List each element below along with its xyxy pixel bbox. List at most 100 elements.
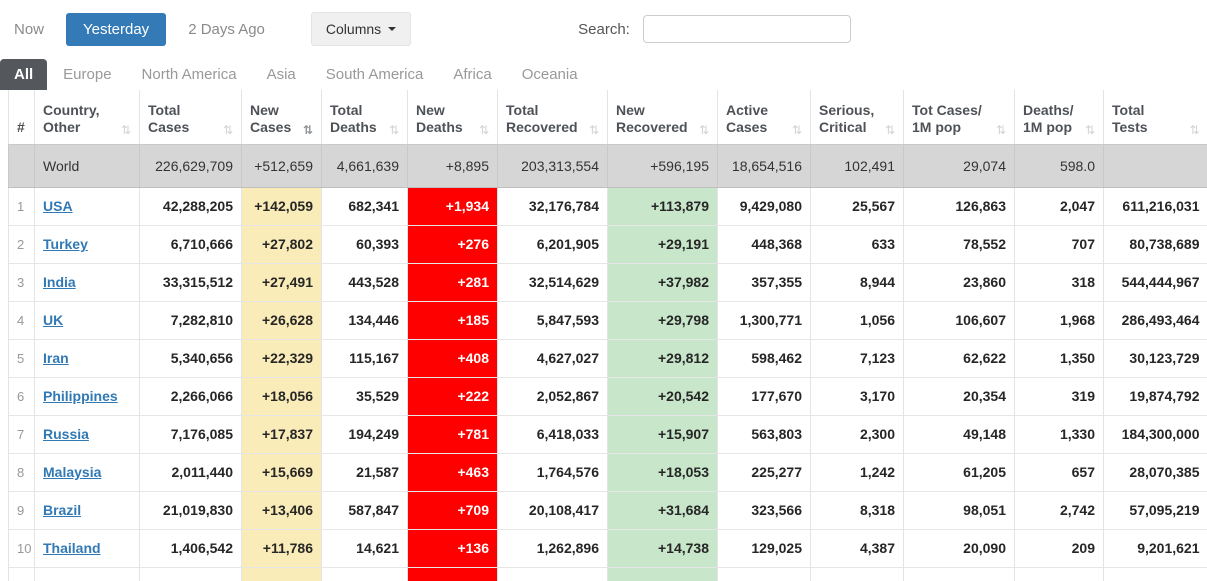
cell-rank: 3 [8,263,35,302]
cell-total_tests: 57,095,219 [1103,491,1207,530]
cell-tot_cases_1m: 23,860 [903,263,1015,302]
cell-new_deaths: +781 [407,415,498,454]
tab-north-america[interactable]: North America [142,59,237,90]
cell-rank: 9 [8,491,35,530]
sort-updown-icon: ⇅ [884,122,895,137]
tab-africa[interactable]: Africa [453,59,491,90]
cell-total_tests: 19,874,792 [1103,377,1207,416]
cell-new_cases: +26,628 [241,301,322,340]
cell-rank: 1 [8,187,35,226]
two-days-ago-button[interactable]: 2 Days Ago [188,21,265,38]
country-link[interactable]: UK [43,312,63,328]
cell-rank: 7 [8,415,35,454]
table-row: 3 India 33,315,512 +27,491 443,528 +281 32,514… [8,263,1207,302]
cell-active_cases: 323,566 [717,491,811,530]
cell-serious_critical: 1,242 [810,453,904,492]
cell-total_recovered: 6,418,033 [497,415,608,454]
cell-serious_critical: 8,944 [810,263,904,302]
column-header-total_deaths[interactable]: Total Deaths ⇅ [321,90,408,145]
cell-active_cases: 225,277 [717,453,811,492]
country-link[interactable]: Thailand [43,540,101,556]
cell-new_recovered: +596,195 [607,144,718,188]
cell-new_deaths: +463 [407,453,498,492]
column-header-total_recovered[interactable]: Total Recovered ⇅ [497,90,608,145]
cell-total_deaths: 194,249 [321,415,408,454]
tab-south-america[interactable]: South America [326,59,424,90]
cell-deaths_1m: 209 [1014,529,1104,568]
region-tabs: All Europe North America Asia South America A… [0,56,1207,90]
cell-new_cases: +15,669 [241,453,322,492]
cell-deaths_1m: 2,047 [1014,187,1104,226]
cell-new_cases: +22,329 [241,339,322,378]
search-input[interactable] [642,15,851,43]
cell-active_cases: 598,462 [717,339,811,378]
cell-new_cases: +18,056 [241,377,322,416]
cell-new_recovered: +18,053 [607,453,718,492]
country-link[interactable]: Iran [43,350,69,366]
cell-new_deaths: +8,895 [407,144,498,188]
country-link[interactable]: USA [43,198,73,214]
column-label: Total Deaths [330,101,377,135]
cell-new_deaths [407,567,498,581]
column-header-serious_critical[interactable]: Serious, Critical ⇅ [810,90,904,145]
cell-active_cases [717,567,811,581]
cell-new_recovered: +15,907 [607,415,718,454]
tab-oceania[interactable]: Oceania [522,59,578,90]
cell-country: Russia [34,415,140,454]
tab-all[interactable]: All [0,59,48,90]
cell-total_deaths: 587,847 [321,491,408,530]
column-header-total_tests[interactable]: Total Tests ⇅ [1103,90,1207,145]
cell-deaths_1m: 657 [1014,453,1104,492]
cell-deaths_1m [1014,567,1104,581]
column-header-new_cases[interactable]: New Cases ⇅ [241,90,322,145]
column-header-tot_cases_1m[interactable]: Tot Cases/1M pop ⇅ [903,90,1015,145]
column-header-new_deaths[interactable]: New Deaths ⇅ [407,90,498,145]
column-header-deaths_1m[interactable]: Deaths/1M pop ⇅ [1014,90,1104,145]
cell-new_deaths: +1,934 [407,187,498,226]
tab-europe[interactable]: Europe [63,59,111,90]
sort-updown-icon: ⇅ [478,122,489,137]
cell-serious_critical: 102,491 [810,144,904,188]
cell-total_tests: 9,201,621 [1103,529,1207,568]
cell-total_deaths [321,567,408,581]
cell-new_recovered: +31,684 [607,491,718,530]
column-header-country[interactable]: Country, Other ⇅ [34,90,140,145]
cell-new_deaths: +222 [407,377,498,416]
cell-tot_cases_1m: 78,552 [903,225,1015,264]
now-button[interactable]: Now [14,21,44,38]
columns-dropdown-button[interactable]: Columns [310,12,412,46]
column-header-new_recovered[interactable]: New Recovered ⇅ [607,90,718,145]
cell-total_recovered [497,567,608,581]
country-link[interactable]: Malaysia [43,464,101,480]
tab-asia[interactable]: Asia [267,59,296,90]
cell-serious_critical: 25,567 [810,187,904,226]
country-link[interactable]: Turkey [43,236,88,252]
cell-new_cases: +27,802 [241,225,322,264]
cell-new_deaths: +136 [407,529,498,568]
cell-rank [8,567,35,581]
sort-updown-icon: ⇅ [1084,122,1095,137]
country-link[interactable]: Russia [43,426,89,442]
cell-tot_cases_1m: 126,863 [903,187,1015,226]
yesterday-button[interactable]: Yesterday [66,12,167,46]
column-header-total_cases[interactable]: Total Cases ⇅ [139,90,242,145]
cell-total_cases: 5,340,656 [139,339,242,378]
cell-total_recovered: 6,201,905 [497,225,608,264]
cell-country: Philippines [34,377,140,416]
country-link[interactable]: India [43,274,76,290]
column-header-active_cases[interactable]: Active Cases ⇅ [717,90,811,145]
cell-tot_cases_1m: 29,074 [903,144,1015,188]
cell-country: India [34,263,140,302]
sort-updown-icon: ⇅ [791,122,802,137]
cell-new_recovered: +29,798 [607,301,718,340]
cell-serious_critical: 4,387 [810,529,904,568]
search-group: Search: [578,15,851,43]
cell-total_cases: 33,315,512 [139,263,242,302]
country-link[interactable]: Philippines [43,388,118,404]
cell-new_deaths: +408 [407,339,498,378]
cell-total_recovered: 5,847,593 [497,301,608,340]
cell-total_cases: 1,406,542 [139,529,242,568]
cell-deaths_1m: 2,742 [1014,491,1104,530]
country-link[interactable]: Brazil [43,502,81,518]
cell-total_recovered: 4,627,027 [497,339,608,378]
